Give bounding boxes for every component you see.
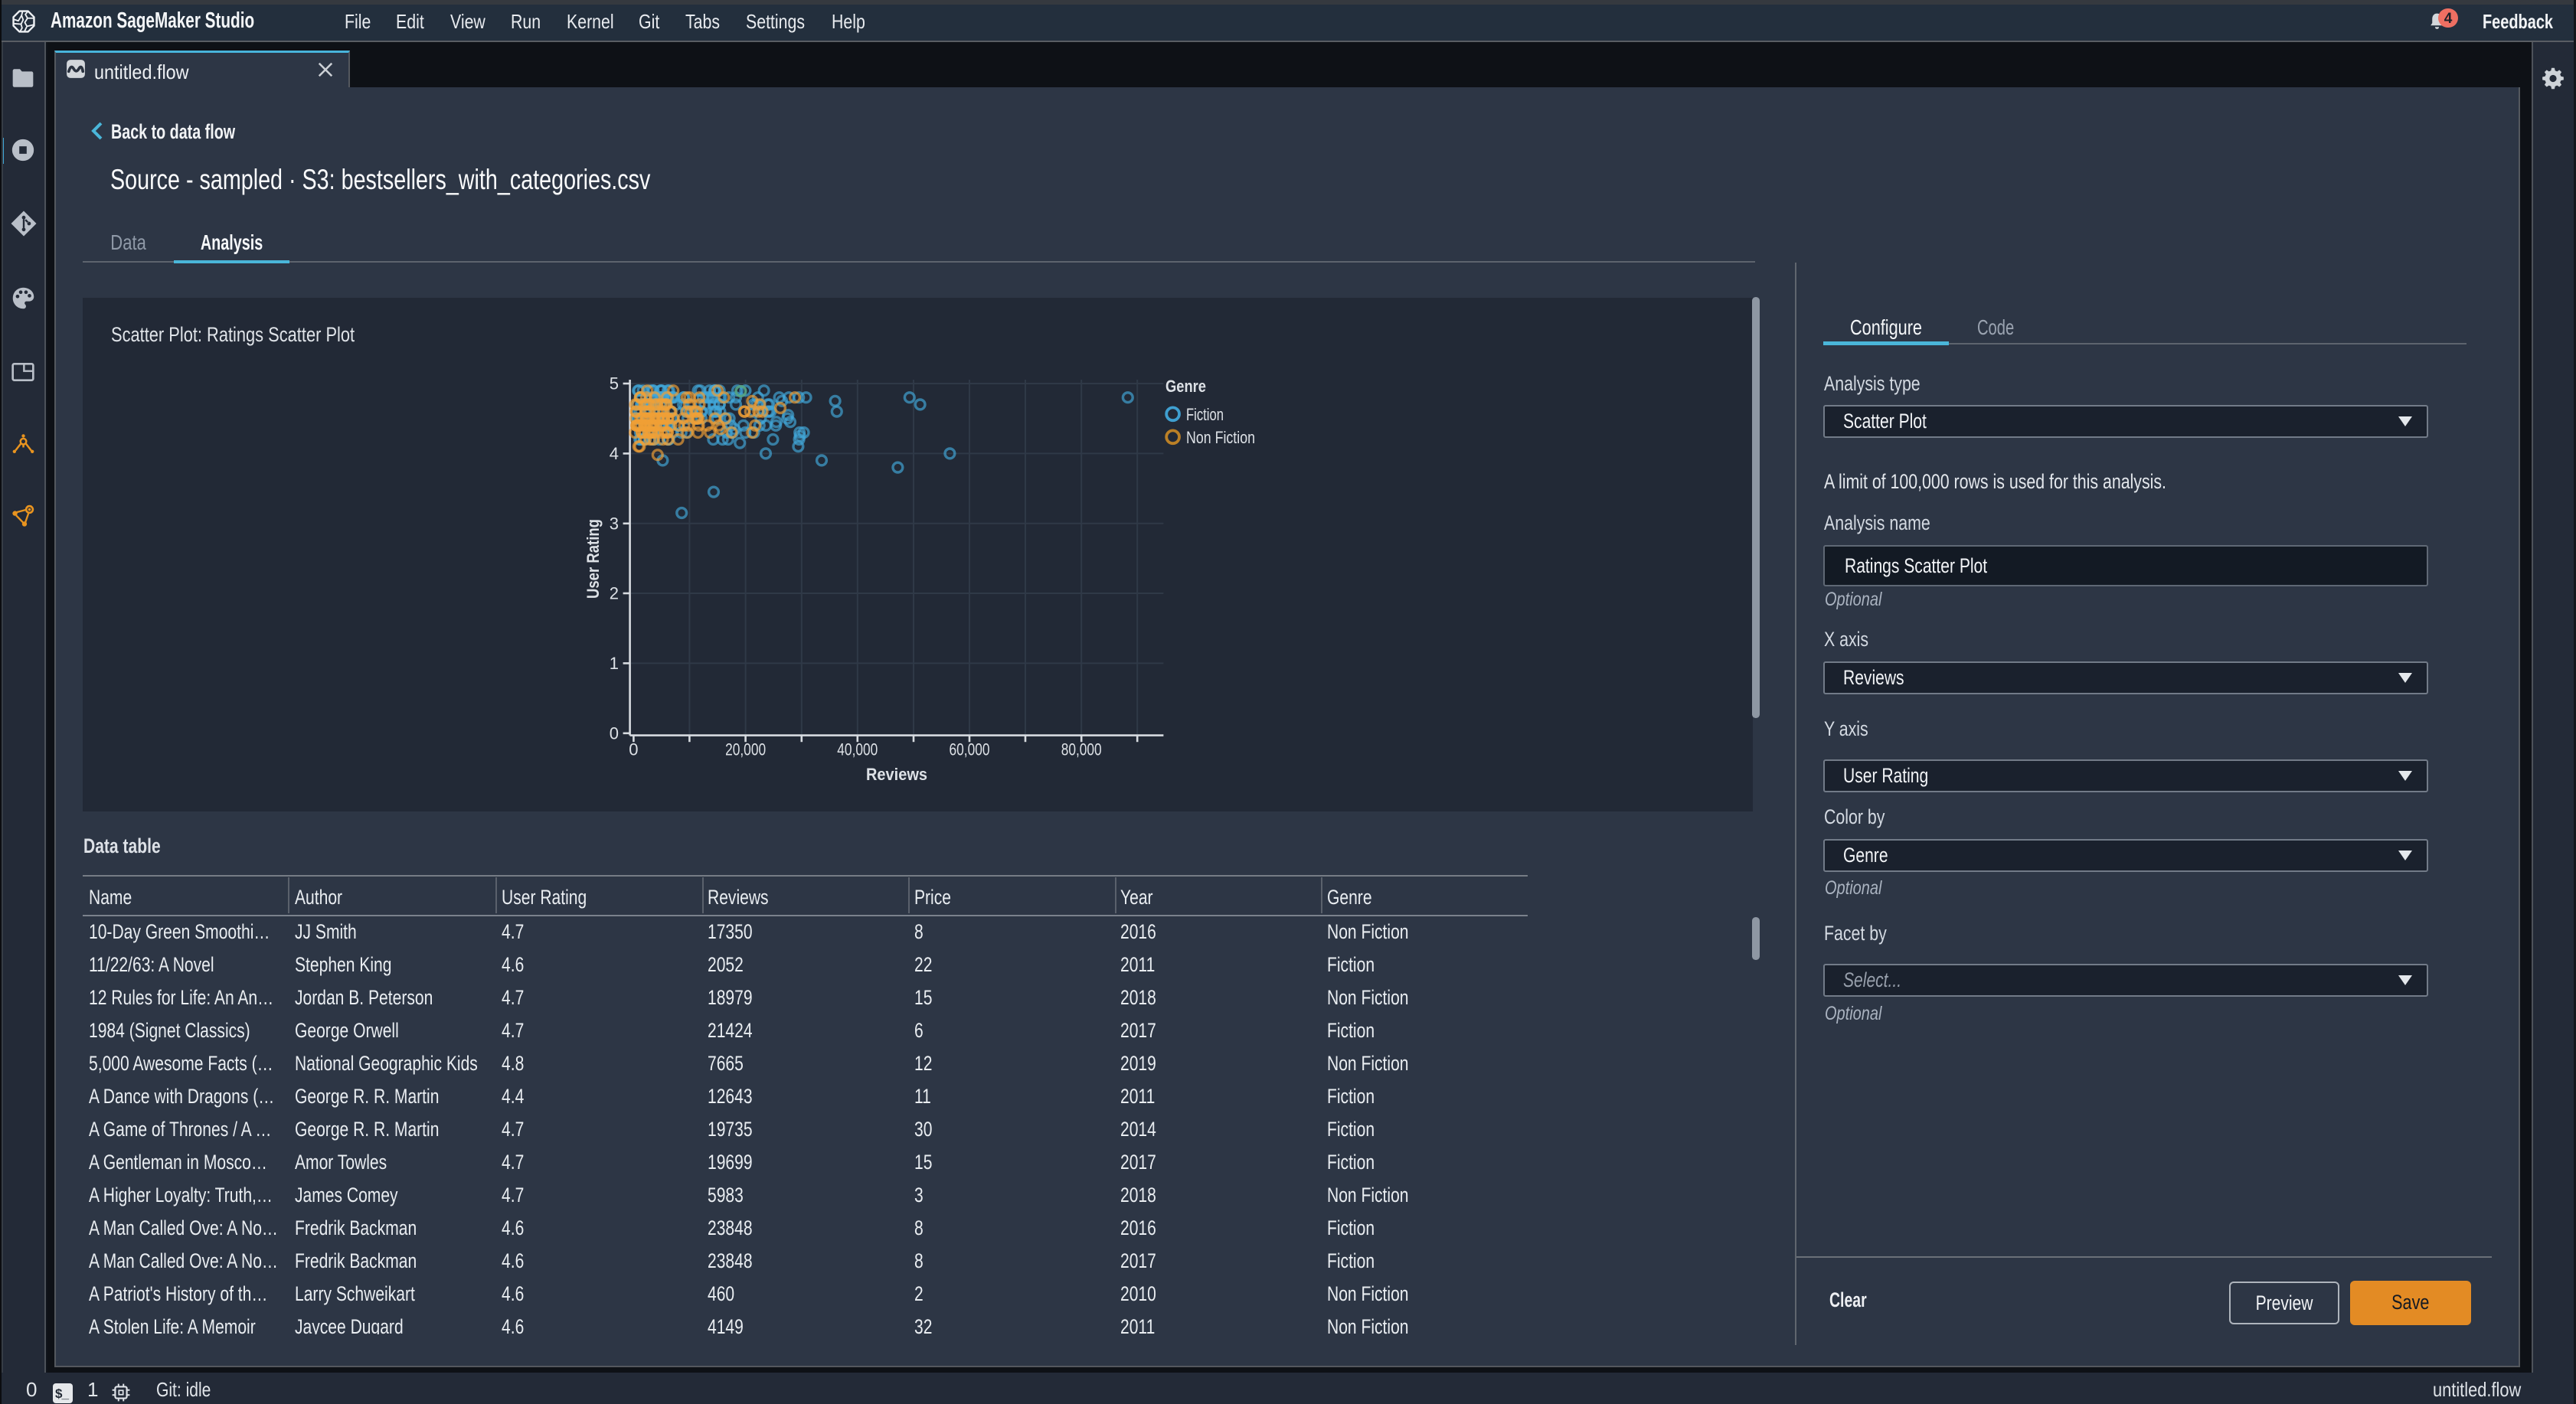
svg-text:Genre: Genre [1165, 377, 1206, 396]
svg-text:3: 3 [610, 514, 619, 533]
svg-text:Fiction: Fiction [1186, 405, 1224, 424]
svg-text:Reviews: Reviews [866, 765, 927, 784]
svg-text:0: 0 [629, 740, 638, 759]
svg-text:4: 4 [610, 444, 619, 463]
svg-text:0: 0 [610, 723, 619, 743]
svg-text:Non Fiction: Non Fiction [1186, 428, 1255, 447]
svg-text:80,000: 80,000 [1061, 740, 1102, 759]
svg-text:2: 2 [610, 584, 619, 603]
svg-text:User Rating: User Rating [584, 519, 603, 599]
svg-text:40,000: 40,000 [837, 740, 878, 759]
svg-text:1: 1 [610, 654, 619, 673]
svg-text:60,000: 60,000 [950, 740, 990, 759]
svg-text:5: 5 [610, 374, 619, 393]
svg-text:20,000: 20,000 [725, 740, 766, 759]
